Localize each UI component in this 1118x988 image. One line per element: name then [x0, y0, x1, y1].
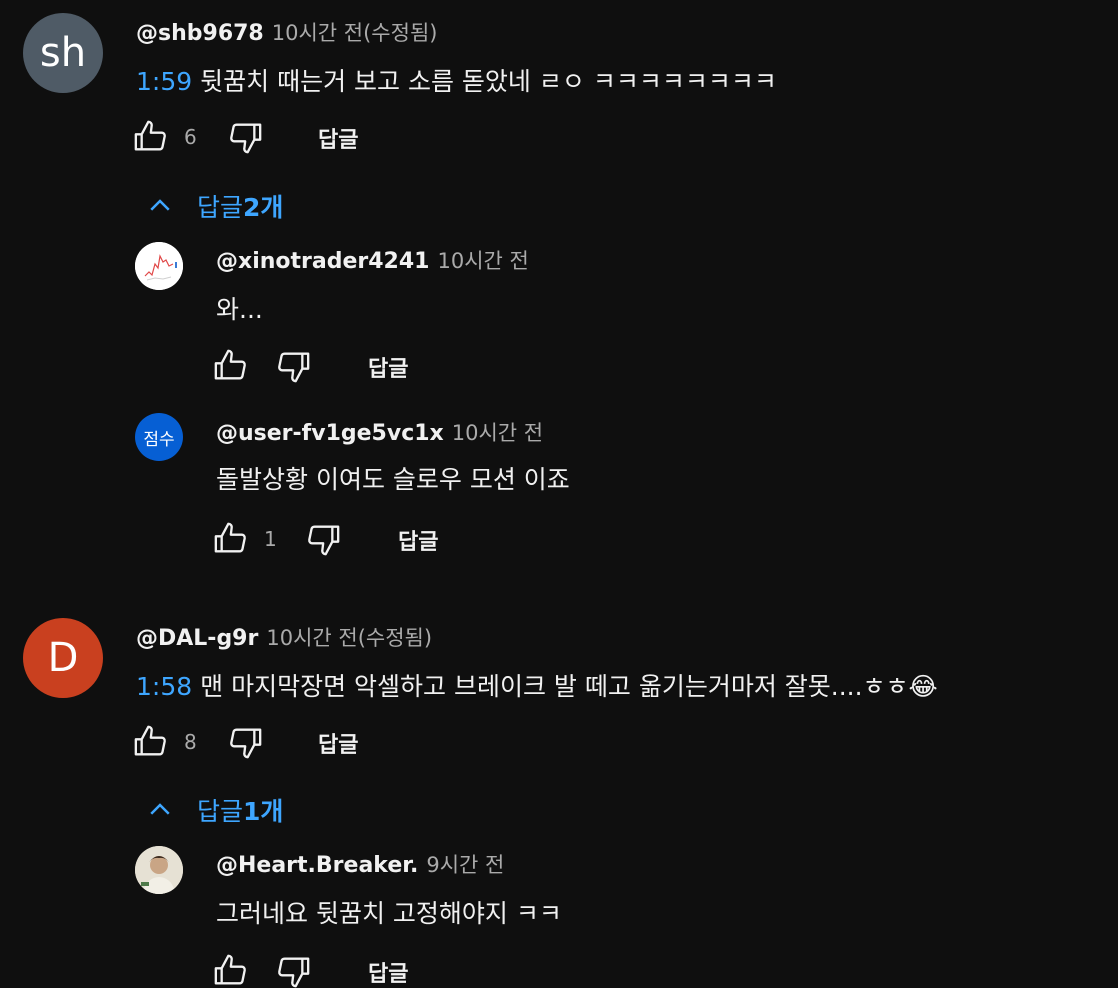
replies-label: 답글 — [197, 797, 244, 826]
comment-actions: 6 답글 — [130, 116, 430, 160]
like-count: 1 — [264, 527, 277, 551]
dislike-icon[interactable] — [226, 723, 266, 763]
like-icon[interactable] — [210, 950, 250, 988]
comment-body: 뒷꿈치 때는거 보고 소름 돋았네 ㄹㅇ ㅋㅋㅋㅋㅋㅋㅋㅋ — [200, 67, 777, 96]
replies-toggle-button[interactable]: 답글 1개 — [145, 792, 283, 828]
like-count: 8 — [184, 730, 197, 754]
published-time[interactable]: 10시간 전(수정됨) — [266, 622, 432, 652]
dislike-icon[interactable] — [304, 520, 344, 560]
reply-button[interactable]: 답글 — [368, 956, 408, 988]
avatar-initials: 점수 — [143, 429, 175, 450]
comment-text: 와... — [216, 295, 263, 324]
published-time[interactable]: 10시간 전 — [452, 417, 543, 447]
chevron-up-icon — [150, 803, 170, 815]
replies-toggle-button[interactable]: 답글 2개 — [145, 188, 283, 224]
comment-text: 돌발상황 이여도 슬로우 모션 이죠 — [216, 465, 570, 494]
reply-button[interactable]: 답글 — [318, 122, 358, 154]
chart-thumbnail-icon — [135, 242, 183, 290]
dislike-icon[interactable] — [226, 118, 266, 158]
user-photo-icon — [135, 846, 183, 894]
dislike-icon[interactable] — [274, 952, 314, 988]
like-count: 6 — [184, 125, 197, 149]
comment-actions: 답글 — [210, 950, 470, 988]
comment-body: 맨 마지막장면 악셀하고 브레이크 발 떼고 옮기는거마저 잘못....ㅎㅎ😂 — [200, 672, 938, 701]
author-name[interactable]: @shb9678 — [136, 21, 264, 46]
replies-label: 답글 — [197, 193, 244, 222]
timestamp-link[interactable]: 1:58 — [136, 672, 192, 701]
comment-header: @user-fv1ge5vc1x 10시간 전 — [216, 417, 543, 447]
comment-actions: 1 답글 — [210, 518, 490, 562]
avatar[interactable]: 점수 — [135, 413, 183, 461]
reply-button[interactable]: 답글 — [398, 524, 438, 556]
replies-count: 1개 — [243, 797, 284, 826]
avatar[interactable]: sh — [23, 13, 103, 93]
reply-button[interactable]: 답글 — [318, 727, 358, 759]
author-name[interactable]: @xinotrader4241 — [216, 249, 429, 274]
comment-text: 그러네요 뒷꿈치 고정해야지 ㅋㅋ — [216, 899, 562, 928]
comment-text: 1:59 뒷꿈치 때는거 보고 소름 돋았네 ㄹㅇ ㅋㅋㅋㅋㅋㅋㅋㅋ — [136, 62, 777, 98]
comment-text: 1:58 맨 마지막장면 악셀하고 브레이크 발 떼고 옮기는거마저 잘못....… — [136, 667, 938, 703]
replies-count: 2개 — [243, 193, 284, 222]
comment-header: @xinotrader4241 10시간 전 — [216, 245, 529, 275]
author-name[interactable]: @Heart.Breaker. — [216, 853, 418, 878]
like-icon[interactable] — [130, 721, 170, 761]
author-name[interactable]: @user-fv1ge5vc1x — [216, 421, 444, 446]
like-icon[interactable] — [210, 345, 250, 385]
like-icon[interactable] — [130, 116, 170, 156]
published-time[interactable]: 10시간 전 — [437, 245, 528, 275]
timestamp-link[interactable]: 1:59 — [136, 67, 192, 96]
comment-actions: 답글 — [210, 345, 470, 389]
avatar[interactable] — [135, 242, 183, 290]
comment-header: @Heart.Breaker. 9시간 전 — [216, 849, 504, 879]
comment-header: @DAL-g9r 10시간 전(수정됨) — [136, 622, 432, 652]
chevron-up-icon — [150, 199, 170, 211]
dislike-icon[interactable] — [274, 347, 314, 387]
avatar[interactable]: D — [23, 618, 103, 698]
comments-section: sh @shb9678 10시간 전(수정됨) 1:59 뒷꿈치 때는거 보고 소… — [0, 0, 1118, 988]
like-icon[interactable] — [210, 518, 250, 558]
author-name[interactable]: @DAL-g9r — [136, 626, 258, 651]
comment-actions: 8 답글 — [130, 721, 430, 765]
avatar[interactable] — [135, 846, 183, 894]
published-time[interactable]: 10시간 전(수정됨) — [272, 17, 438, 47]
published-time[interactable]: 9시간 전 — [426, 849, 504, 879]
comment-header: @shb9678 10시간 전(수정됨) — [136, 17, 437, 47]
reply-button[interactable]: 답글 — [368, 351, 408, 383]
avatar-initials: D — [47, 635, 79, 681]
avatar-initials: sh — [39, 30, 87, 76]
